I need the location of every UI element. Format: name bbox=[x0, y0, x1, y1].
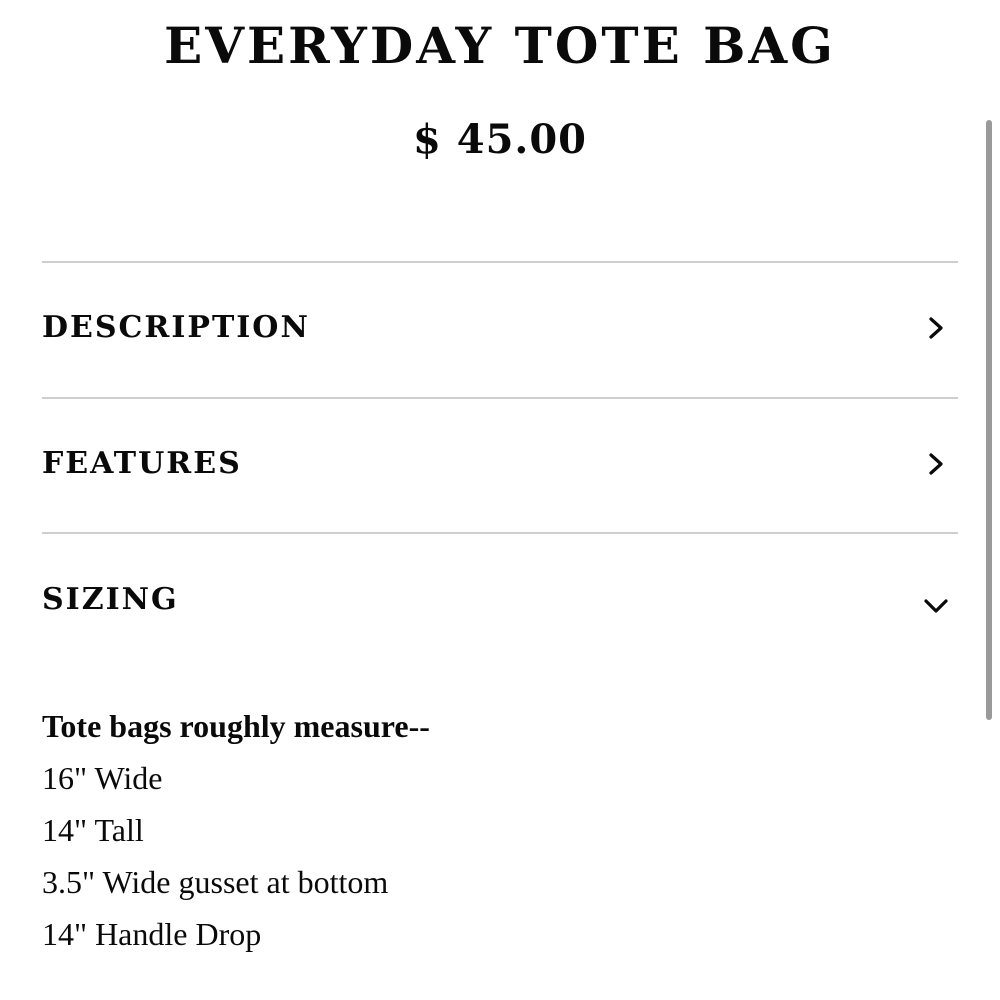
accordion-description-label: DESCRIPTION bbox=[42, 310, 310, 345]
sizing-line: 14" Tall bbox=[42, 812, 144, 848]
accordion-description[interactable]: DESCRIPTION bbox=[42, 298, 958, 358]
divider bbox=[42, 397, 958, 399]
accordion-sizing-label: SIZING bbox=[42, 582, 179, 617]
sizing-content: Tote bags roughly measure-- 16" Wide 14"… bbox=[42, 700, 942, 960]
chevron-down-icon bbox=[924, 599, 948, 613]
accordion-sizing[interactable]: SIZING bbox=[42, 570, 958, 630]
scrollbar[interactable] bbox=[986, 120, 992, 720]
sizing-intro: Tote bags roughly measure-- bbox=[42, 708, 430, 744]
accordion-features-label: FEATURES bbox=[42, 446, 242, 481]
sizing-line: 14" Handle Drop bbox=[42, 916, 262, 952]
accordion-features[interactable]: FEATURES bbox=[42, 434, 958, 494]
sizing-line: 16" Wide bbox=[42, 760, 163, 796]
divider bbox=[42, 532, 958, 534]
divider bbox=[42, 261, 958, 263]
chevron-right-icon bbox=[929, 317, 943, 339]
sizing-line: 3.5" Wide gusset at bottom bbox=[42, 864, 389, 900]
product-price: $ 45.00 bbox=[412, 116, 587, 163]
product-title: EVERYDAY TOTE BAG bbox=[164, 16, 836, 75]
chevron-right-icon bbox=[929, 453, 943, 475]
